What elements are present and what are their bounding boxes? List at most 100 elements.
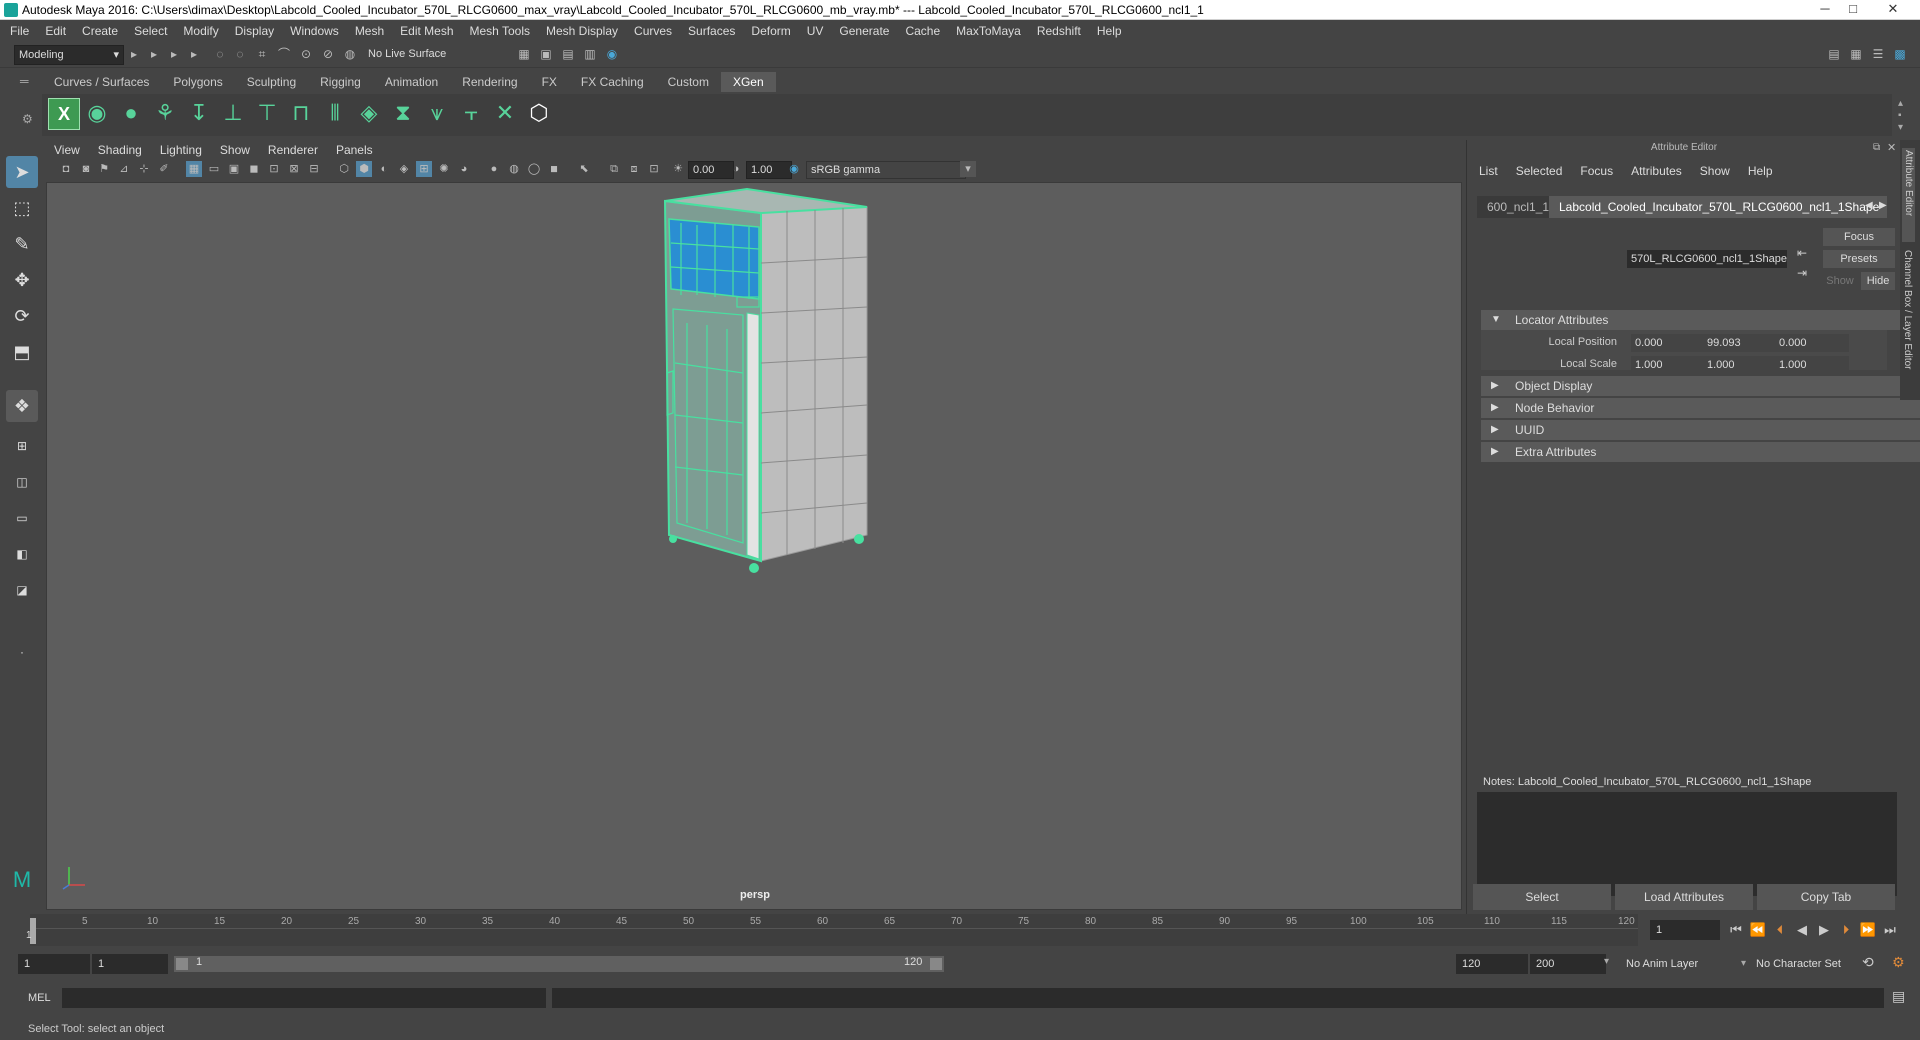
panel-menu-lighting[interactable]: Lighting bbox=[160, 143, 202, 157]
menu-windows[interactable]: Windows bbox=[290, 24, 339, 38]
menu-mesh-tools[interactable]: Mesh Tools bbox=[470, 24, 530, 38]
go-to-end-icon[interactable]: ⏭ bbox=[1880, 922, 1900, 938]
section-extra-attributes[interactable]: ▶ Extra Attributes bbox=[1481, 442, 1920, 462]
xgen-editor-icon[interactable]: X bbox=[48, 98, 80, 130]
xgen-add-guide-icon[interactable]: ↧ bbox=[184, 98, 214, 128]
scale-tool-icon[interactable]: ⬒ bbox=[6, 336, 38, 368]
menu-create[interactable]: Create bbox=[82, 24, 118, 38]
end-time-field[interactable]: 120 bbox=[1456, 954, 1528, 974]
go-to-output-icon[interactable]: ⇥ bbox=[1797, 266, 1807, 280]
snap-view-icon[interactable]: ⊘ bbox=[320, 46, 336, 62]
safe-action-icon[interactable]: ⊠ bbox=[286, 161, 302, 177]
section-locator-attributes[interactable]: ▼ Locator Attributes bbox=[1481, 310, 1920, 330]
start-time-field[interactable]: 1 bbox=[18, 954, 90, 974]
xray-components-icon[interactable]: ⊡ bbox=[646, 161, 662, 177]
gamma-icon[interactable]: ◑ bbox=[728, 161, 744, 177]
panel-menu-panels[interactable]: Panels bbox=[336, 143, 373, 157]
incubator-model[interactable] bbox=[47, 183, 1463, 911]
toggle-panels-icon[interactable]: ▩ bbox=[1892, 46, 1908, 62]
range-start-handle[interactable] bbox=[176, 958, 188, 970]
ae-menu-list[interactable]: List bbox=[1479, 164, 1498, 178]
open-scene-icon[interactable]: ▸ bbox=[126, 46, 142, 62]
step-back-frame-icon[interactable]: ⏪ bbox=[1748, 922, 1768, 938]
image-plane-icon[interactable]: ⊿ bbox=[116, 161, 132, 177]
grid-icon[interactable]: ▦ bbox=[186, 161, 202, 177]
ae-tab-shape[interactable]: Labcold_Cooled_Incubator_570L_RLCG0600_n… bbox=[1549, 196, 1887, 218]
panel-menu-renderer[interactable]: Renderer bbox=[268, 143, 318, 157]
xgen-place-guide-icon[interactable]: ⊥ bbox=[218, 98, 248, 128]
menu-edit-mesh[interactable]: Edit Mesh bbox=[400, 24, 453, 38]
auto-key-icon[interactable]: ⟲ bbox=[1862, 954, 1874, 971]
anim-start-field[interactable]: 1 bbox=[92, 954, 168, 974]
menu-file[interactable]: File bbox=[10, 24, 29, 38]
grease-pencil-icon[interactable]: ✐ bbox=[156, 161, 172, 177]
motion-blur-icon[interactable]: ◍ bbox=[506, 161, 522, 177]
step-forward-key-icon[interactable]: ⏵ bbox=[1836, 922, 1856, 938]
presets-button[interactable]: Presets bbox=[1823, 250, 1895, 268]
menu-mesh-display[interactable]: Mesh Display bbox=[546, 24, 618, 38]
hide-button[interactable]: Hide bbox=[1861, 272, 1895, 290]
section-uuid[interactable]: ▶ UUID bbox=[1481, 420, 1920, 440]
ae-menu-selected[interactable]: Selected bbox=[1516, 164, 1563, 178]
focus-button[interactable]: Focus bbox=[1823, 228, 1895, 246]
go-to-start-icon[interactable]: ⏮ bbox=[1726, 922, 1746, 938]
play-forwards-icon[interactable]: ▶ bbox=[1814, 922, 1834, 938]
current-frame-field[interactable]: 1 bbox=[1650, 920, 1720, 940]
play-backwards-icon[interactable]: ◀ bbox=[1792, 922, 1812, 938]
section-node-behavior[interactable]: ▶ Node Behavior bbox=[1481, 398, 1920, 418]
wireframe-icon[interactable]: ⬡ bbox=[336, 161, 352, 177]
lasso-icon[interactable]: ◌ bbox=[232, 46, 248, 62]
snap-point-icon[interactable]: ⊙ bbox=[298, 46, 314, 62]
layout-two-icon[interactable]: ◫ bbox=[6, 466, 38, 498]
safe-title-icon[interactable]: ⊟ bbox=[306, 161, 322, 177]
move-tool-icon[interactable]: ✥ bbox=[6, 264, 38, 296]
tab-polygons[interactable]: Polygons bbox=[161, 72, 235, 92]
soft-select-icon[interactable]: ❖ bbox=[6, 390, 38, 422]
live-surface-field[interactable]: No Live Surface bbox=[364, 45, 472, 63]
ipr-render-icon[interactable]: ▤ bbox=[560, 46, 576, 62]
tab-sculpting[interactable]: Sculpting bbox=[234, 72, 309, 92]
menu-surfaces[interactable]: Surfaces bbox=[688, 24, 735, 38]
toolbox-more-icon[interactable]: · bbox=[6, 636, 38, 668]
menu-help[interactable]: Help bbox=[1097, 24, 1122, 38]
2d-pan-icon[interactable]: ⊹ bbox=[136, 161, 152, 177]
panel-layout-icon[interactable]: ☰ bbox=[1870, 46, 1886, 62]
range-slider[interactable]: 1 120 bbox=[174, 956, 944, 972]
redo-icon[interactable]: ▸ bbox=[186, 46, 202, 62]
shelf-scroll-icon[interactable]: ▴ ▪ ▾ bbox=[1898, 98, 1903, 134]
layout-persp-outliner-icon[interactable]: ▭ bbox=[6, 502, 38, 534]
xgen-guides-icon[interactable]: ⚘ bbox=[150, 98, 180, 128]
layout-hypershade-icon[interactable]: ◪ bbox=[6, 574, 38, 606]
tab-curves-surfaces[interactable]: Curves / Surfaces bbox=[42, 72, 162, 92]
local-position-y[interactable]: 99.093 bbox=[1703, 334, 1777, 352]
local-scale-z[interactable]: 1.000 bbox=[1775, 356, 1849, 374]
menu-redshift[interactable]: Redshift bbox=[1037, 24, 1081, 38]
render-view-icon[interactable]: ▥ bbox=[582, 46, 598, 62]
exposure-icon[interactable]: ☀ bbox=[670, 161, 686, 177]
shelf-menu-icon[interactable]: ═ bbox=[20, 74, 34, 88]
script-editor-icon[interactable]: ▤ bbox=[1892, 988, 1905, 1005]
notes-textarea[interactable] bbox=[1477, 792, 1897, 896]
xgen-hex-icon[interactable]: ⬡ bbox=[524, 98, 554, 128]
save-scene-icon[interactable]: ▸ bbox=[146, 46, 162, 62]
xgen-comb-icon[interactable]: ⩛ bbox=[422, 98, 452, 128]
local-position-x[interactable]: 0.000 bbox=[1631, 334, 1705, 352]
menu-maxtomaya[interactable]: MaxToMaya bbox=[956, 24, 1021, 38]
chevron-down-icon[interactable]: ▾ bbox=[1604, 956, 1609, 967]
menu-cache[interactable]: Cache bbox=[905, 24, 940, 38]
section-object-display[interactable]: ▶ Object Display bbox=[1481, 376, 1920, 396]
shadows-icon[interactable]: ◕ bbox=[456, 161, 472, 177]
select-tool-icon[interactable]: ➤ bbox=[6, 156, 38, 188]
perspective-viewport[interactable]: persp bbox=[46, 182, 1462, 910]
xray-icon[interactable]: ⧉ bbox=[606, 161, 622, 177]
script-language-label[interactable]: MEL bbox=[28, 992, 51, 1004]
wireframe-on-shaded-icon[interactable]: ⊞ bbox=[416, 161, 432, 177]
xgen-cut-icon[interactable]: ⫟ bbox=[456, 98, 486, 128]
character-set-dropdown[interactable]: No Character Set bbox=[1750, 954, 1874, 974]
chevron-down-icon[interactable]: ▾ bbox=[960, 161, 976, 177]
snap-grid-icon[interactable]: ⌗ bbox=[254, 46, 270, 62]
depth-of-field-icon[interactable]: ◾ bbox=[546, 161, 562, 177]
xgen-lock-guide-icon[interactable]: ⊓ bbox=[286, 98, 316, 128]
select-hierarchy-icon[interactable]: ◌ bbox=[212, 46, 228, 62]
tab-next-icon[interactable]: ▶ bbox=[1879, 200, 1887, 211]
